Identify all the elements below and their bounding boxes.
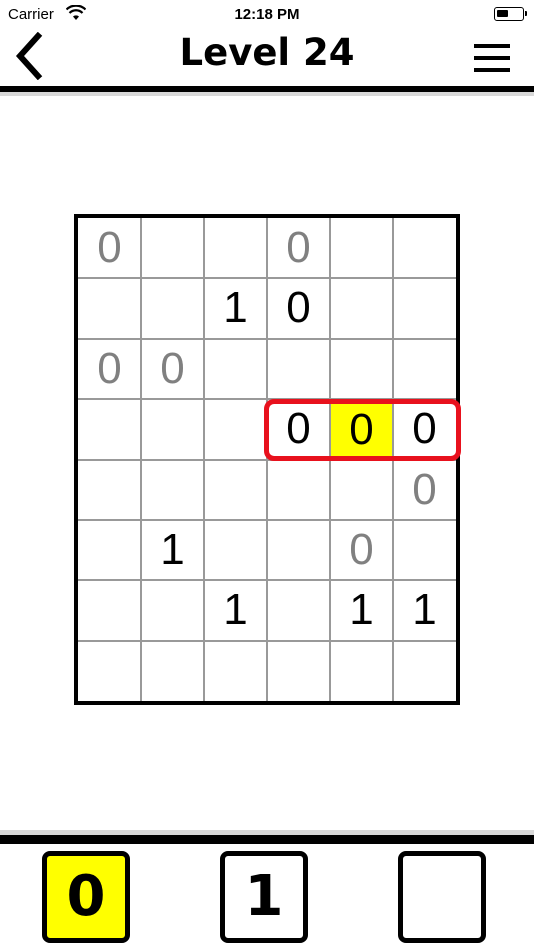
grid-cell[interactable]	[267, 641, 330, 701]
grid-cell[interactable]	[267, 460, 330, 520]
grid-cell[interactable]	[393, 520, 456, 580]
grid-cell[interactable]: 1	[393, 580, 456, 640]
grid-cell[interactable]	[204, 399, 267, 459]
grid-cell[interactable]	[267, 520, 330, 580]
grid-cell[interactable]	[393, 641, 456, 701]
grid-cell[interactable]	[141, 399, 204, 459]
back-button[interactable]	[12, 31, 48, 81]
grid-cell[interactable]	[330, 339, 393, 399]
key-one[interactable]: 1	[220, 851, 308, 943]
grid-cell[interactable]: 0	[393, 399, 456, 459]
key-erase-label	[403, 856, 481, 938]
page-title: Level 24	[179, 31, 355, 74]
grid-cell[interactable]	[204, 641, 267, 701]
grid-cell[interactable]	[78, 520, 141, 580]
grid-cell[interactable]	[141, 460, 204, 520]
key-zero[interactable]: 0	[42, 851, 130, 943]
grid-cell[interactable]: 0	[393, 460, 456, 520]
grid-cell[interactable]	[393, 218, 456, 278]
grid-cell[interactable]	[267, 339, 330, 399]
menu-button[interactable]	[472, 42, 512, 74]
key-one-label: 1	[244, 864, 284, 929]
grid-cell[interactable]	[141, 278, 204, 338]
grid-cell[interactable]	[204, 218, 267, 278]
grid-cell[interactable]	[330, 278, 393, 338]
key-zero-label: 0	[66, 864, 106, 929]
puzzle-grid: 001000000010111	[74, 214, 460, 705]
grid-cell[interactable]	[141, 641, 204, 701]
grid-cell[interactable]	[78, 399, 141, 459]
grid-cell[interactable]	[78, 278, 141, 338]
grid-cell[interactable]	[141, 218, 204, 278]
grid-cell[interactable]: 0	[330, 520, 393, 580]
grid-cell[interactable]: 0	[267, 399, 330, 459]
grid-cell[interactable]	[78, 641, 141, 701]
status-bar: Carrier 12:18 PM	[0, 0, 534, 30]
grid-cell[interactable]: 1	[141, 520, 204, 580]
grid-cell[interactable]: 0	[267, 218, 330, 278]
grid-cell[interactable]: 0	[331, 400, 392, 459]
grid-cell[interactable]	[204, 520, 267, 580]
grid-cell[interactable]	[393, 278, 456, 338]
grid-cell[interactable]: 1	[204, 580, 267, 640]
grid-cell[interactable]	[78, 460, 141, 520]
hamburger-menu-icon	[474, 44, 510, 48]
grid-cell[interactable]	[78, 580, 141, 640]
grid-cell[interactable]: 0	[141, 339, 204, 399]
grid-cell[interactable]: 1	[204, 278, 267, 338]
clock: 12:18 PM	[234, 6, 300, 23]
grid-cell[interactable]	[141, 580, 204, 640]
grid-cell[interactable]: 1	[330, 580, 393, 640]
grid-cell[interactable]: 0	[78, 218, 141, 278]
grid-cell[interactable]	[204, 460, 267, 520]
grid-cell[interactable]	[330, 460, 393, 520]
nav-bar: Level 24	[0, 30, 534, 86]
key-erase[interactable]	[398, 851, 486, 943]
grid-cell[interactable]	[267, 580, 330, 640]
grid-cell[interactable]	[330, 218, 393, 278]
grid-cell[interactable]: 0	[267, 278, 330, 338]
grid-cell[interactable]: 0	[78, 339, 141, 399]
battery-icon	[494, 7, 527, 21]
grid-cell[interactable]	[330, 641, 393, 701]
footer-divider	[0, 835, 534, 844]
grid-cell[interactable]	[204, 339, 267, 399]
grid-cell[interactable]	[393, 339, 456, 399]
chevron-left-icon	[15, 31, 43, 81]
